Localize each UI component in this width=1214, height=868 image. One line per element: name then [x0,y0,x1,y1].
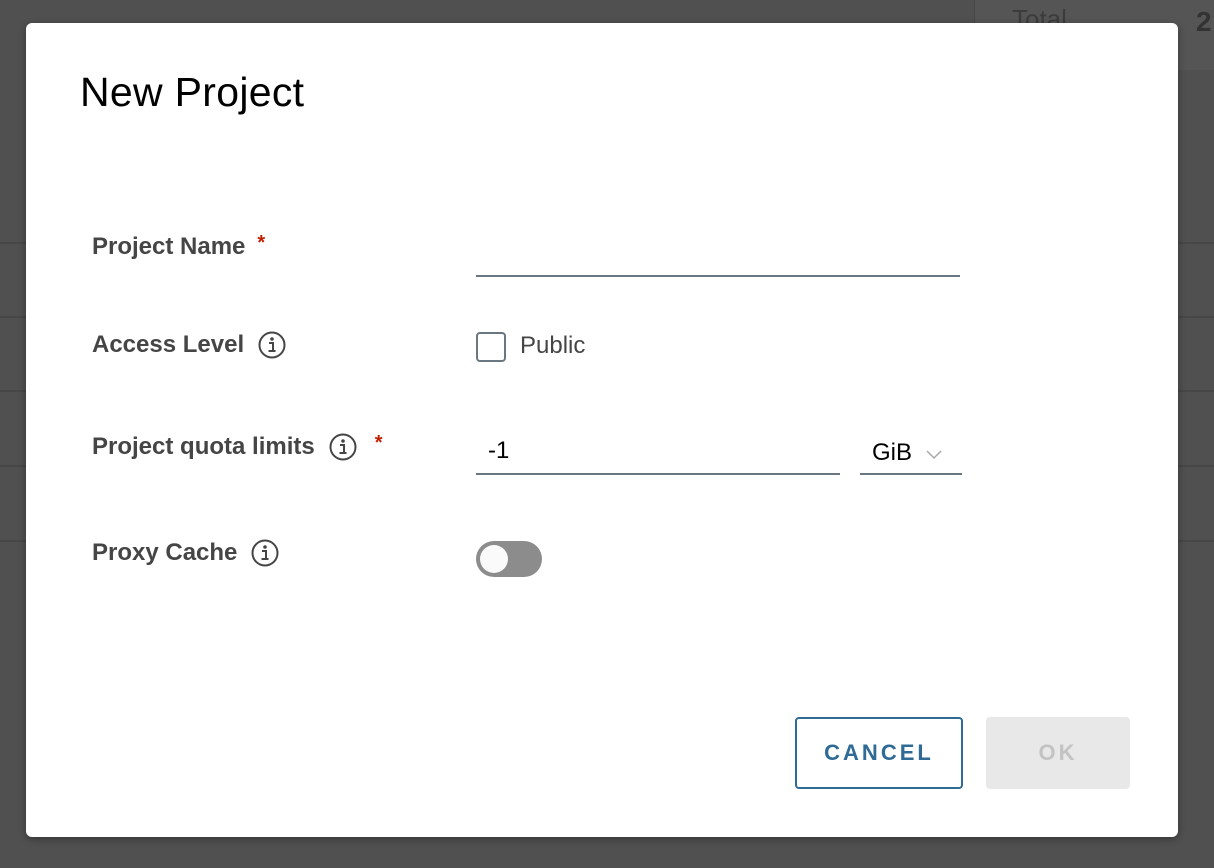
proxy-cache-row: Proxy Cache [92,539,1142,589]
quota-input[interactable] [476,433,840,475]
cancel-button[interactable]: CANCEL [795,717,963,789]
background-total-count: 2 [1196,6,1212,37]
info-icon[interactable] [329,433,357,461]
project-name-row: Project Name * [92,231,1142,283]
toggle-knob [480,545,508,573]
access-level-row: Access Level Public [92,331,1142,381]
project-name-input[interactable] [476,239,960,277]
proxy-cache-label-text: Proxy Cache [92,539,238,566]
chevron-down-icon [926,439,942,467]
project-name-label-text: Project Name [92,233,246,260]
public-checkbox[interactable] [476,332,506,362]
new-project-dialog: New Project Project Name * Access Level … [26,23,1178,837]
quota-unit-select[interactable]: GiB [860,433,962,475]
dialog-title: New Project [80,69,305,115]
public-checkbox-label[interactable]: Public [520,332,585,360]
project-name-label: Project Name * [92,231,266,261]
quota-unit-value: GiB [872,439,913,466]
quota-row: Project quota limits * GiB [92,431,1142,483]
required-marker: * [374,431,383,454]
quota-label: Project quota limits * [92,431,383,461]
required-marker: * [257,231,266,254]
proxy-cache-label: Proxy Cache [92,539,279,567]
ok-button[interactable]: OK [986,717,1130,789]
info-icon[interactable] [258,331,286,359]
access-level-label: Access Level [92,331,286,359]
proxy-cache-toggle[interactable] [476,541,542,577]
quota-label-text: Project quota limits [92,433,315,460]
access-level-label-text: Access Level [92,331,245,358]
info-icon[interactable] [251,539,279,567]
